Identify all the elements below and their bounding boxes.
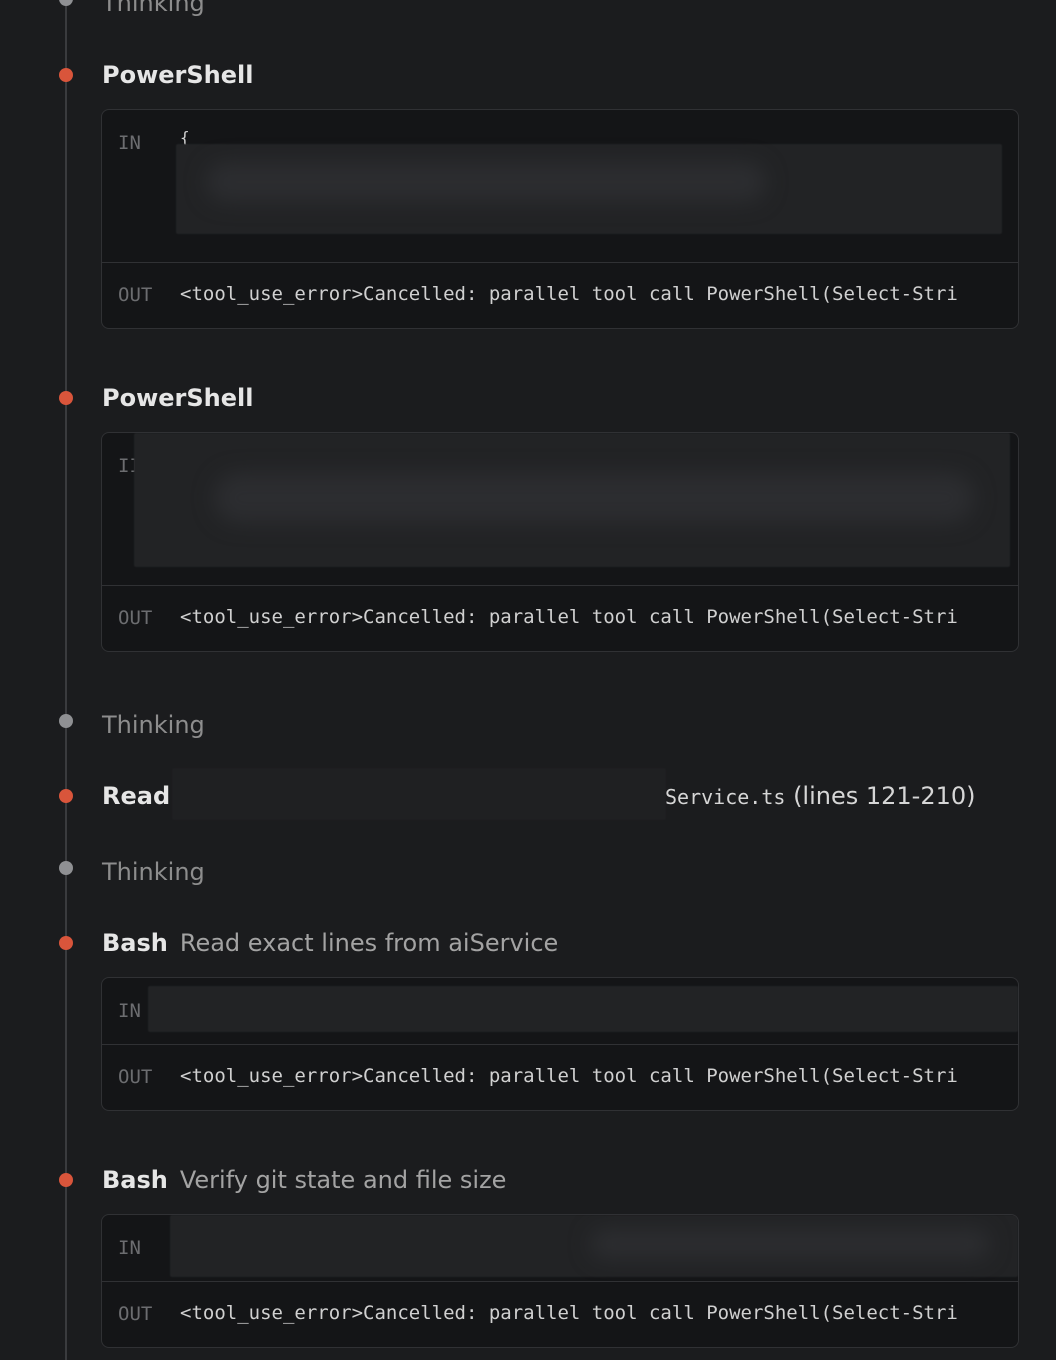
output-code: <tool_use_error>Cancelled: parallel tool… [180,1065,958,1087]
tool-status-dot [59,391,73,405]
output-code: <tool_use_error>Cancelled: parallel tool… [180,606,958,628]
tool-output-row[interactable]: OUT <tool_use_error>Cancelled: parallel … [102,262,1018,328]
tool-description: Verify git state and file size [179,1166,507,1194]
input-label: IN [118,1000,141,1022]
tool-status-dot [59,936,73,950]
thinking-label[interactable]: Thinking [102,857,205,887]
bash-step-title[interactable]: Bash Read exact lines from aiService [102,928,558,958]
tool-io-card: IN OUT <tool_use_error>Cancelled: parall… [101,1214,1019,1348]
output-label: OUT [118,607,153,629]
output-label: OUT [118,1303,153,1325]
output-label: OUT [118,284,153,306]
redacted-file-path [172,768,666,820]
tool-io-card: II OUT <tool_use_error>Cancelled: parall… [101,432,1019,652]
read-line-range: (lines 121-210) [793,782,976,810]
redacted-block [134,433,1010,567]
redacted-block [148,986,1018,1032]
output-code: <tool_use_error>Cancelled: parallel tool… [180,1302,958,1324]
thinking-label[interactable]: Thinking [102,0,205,18]
tool-name[interactable]: PowerShell [102,60,253,90]
read-file-info: Service.ts (lines 121-210) [665,781,976,812]
tool-name: Read [102,782,171,810]
tool-io-card: IN OUT <tool_use_error>Cancelled: parall… [101,977,1019,1111]
tool-input-row[interactable]: IN { [102,110,1018,262]
tool-description: Read exact lines from aiService [179,929,559,957]
timeline-line [65,0,67,1360]
redacted-block [176,144,1002,234]
thinking-dot [59,714,73,728]
tool-io-card: IN { OUT <tool_use_error>Cancelled: para… [101,109,1019,329]
tool-input-row[interactable]: IN [102,1215,1018,1281]
tool-status-dot [59,1173,73,1187]
tool-output-row[interactable]: OUT <tool_use_error>Cancelled: parallel … [102,1044,1018,1110]
thinking-dot [59,861,73,875]
read-file-name: Service.ts [665,785,786,809]
output-label: OUT [118,1066,153,1088]
thinking-dot [59,0,73,6]
tool-input-row[interactable]: IN [102,978,1018,1044]
redacted-block [170,1215,1018,1277]
tool-status-dot [59,789,73,803]
tool-name: Bash [102,929,168,957]
bash-step-title[interactable]: Bash Verify git state and file size [102,1165,506,1195]
read-step[interactable]: Read [102,781,170,811]
tool-name: Bash [102,1166,168,1194]
input-label: IN [118,1237,141,1259]
input-label: IN [118,132,141,154]
output-code: <tool_use_error>Cancelled: parallel tool… [180,283,958,305]
tool-name[interactable]: PowerShell [102,383,253,413]
thinking-label[interactable]: Thinking [102,710,205,740]
tool-status-dot [59,68,73,82]
tool-input-row[interactable]: II [102,433,1018,585]
tool-output-row[interactable]: OUT <tool_use_error>Cancelled: parallel … [102,585,1018,651]
tool-output-row[interactable]: OUT <tool_use_error>Cancelled: parallel … [102,1281,1018,1347]
